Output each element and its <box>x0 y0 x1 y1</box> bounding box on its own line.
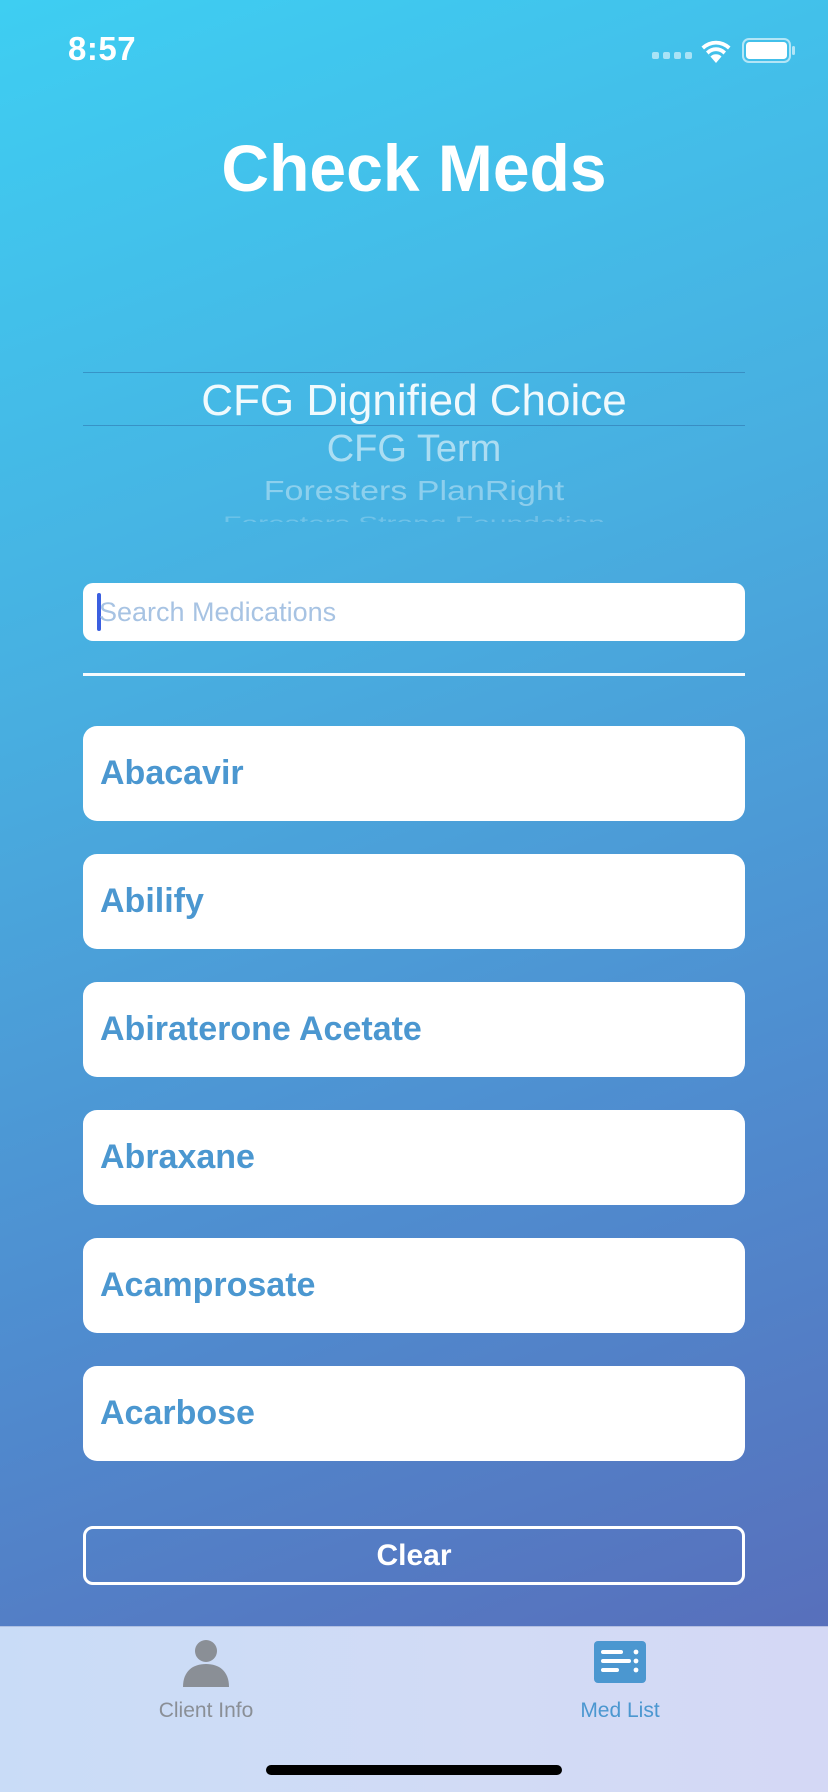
page-title: Check Meds <box>221 131 607 205</box>
medication-label: Abiraterone Acetate <box>100 1010 422 1048</box>
medication-item[interactable]: Acarbose <box>83 1366 745 1461</box>
medication-item[interactable]: Abiraterone Acetate <box>83 982 745 1077</box>
divider <box>83 673 745 676</box>
picker-option[interactable]: Foresters Strong Foundation <box>83 514 745 522</box>
medication-list: Abacavir Abilify Abiraterone Acetate Abr… <box>83 726 745 1494</box>
medication-label: Acarbose <box>100 1394 255 1432</box>
picker-selection-top-line <box>83 372 745 373</box>
plan-picker[interactable]: CFG Dignified Choice CFG Term Foresters … <box>83 372 745 522</box>
tab-med-list[interactable]: Med List <box>520 1637 720 1737</box>
medication-item[interactable]: Acamprosate <box>83 1238 745 1333</box>
tab-label: Med List <box>580 1699 660 1722</box>
medication-label: Abacavir <box>100 754 244 792</box>
tab-client-info[interactable]: Client Info <box>106 1637 306 1737</box>
status-time: 8:57 <box>68 30 137 67</box>
battery-icon <box>742 38 795 63</box>
cellular-signal-icon <box>652 52 692 59</box>
medication-label: Abilify <box>100 882 204 920</box>
picker-option-selected[interactable]: CFG Dignified Choice <box>83 376 745 426</box>
wifi-icon <box>701 40 731 63</box>
medication-item[interactable]: Abraxane <box>83 1110 745 1205</box>
home-indicator <box>266 1765 562 1775</box>
search-input[interactable] <box>99 583 729 641</box>
picker-option[interactable]: Foresters PlanRight <box>83 476 745 508</box>
list-icon <box>594 1641 646 1683</box>
picker-option[interactable]: CFG Term <box>83 428 745 471</box>
tab-label: Client Info <box>158 1699 254 1722</box>
medication-item[interactable]: Abacavir <box>83 726 745 821</box>
medication-item[interactable]: Abilify <box>83 854 745 949</box>
person-icon <box>183 1640 229 1687</box>
status-bar: 8:57 <box>0 0 828 100</box>
clear-button[interactable]: Clear <box>83 1526 745 1585</box>
search-box[interactable] <box>83 583 745 641</box>
medication-label: Acamprosate <box>100 1266 316 1304</box>
medication-label: Abraxane <box>100 1138 255 1176</box>
